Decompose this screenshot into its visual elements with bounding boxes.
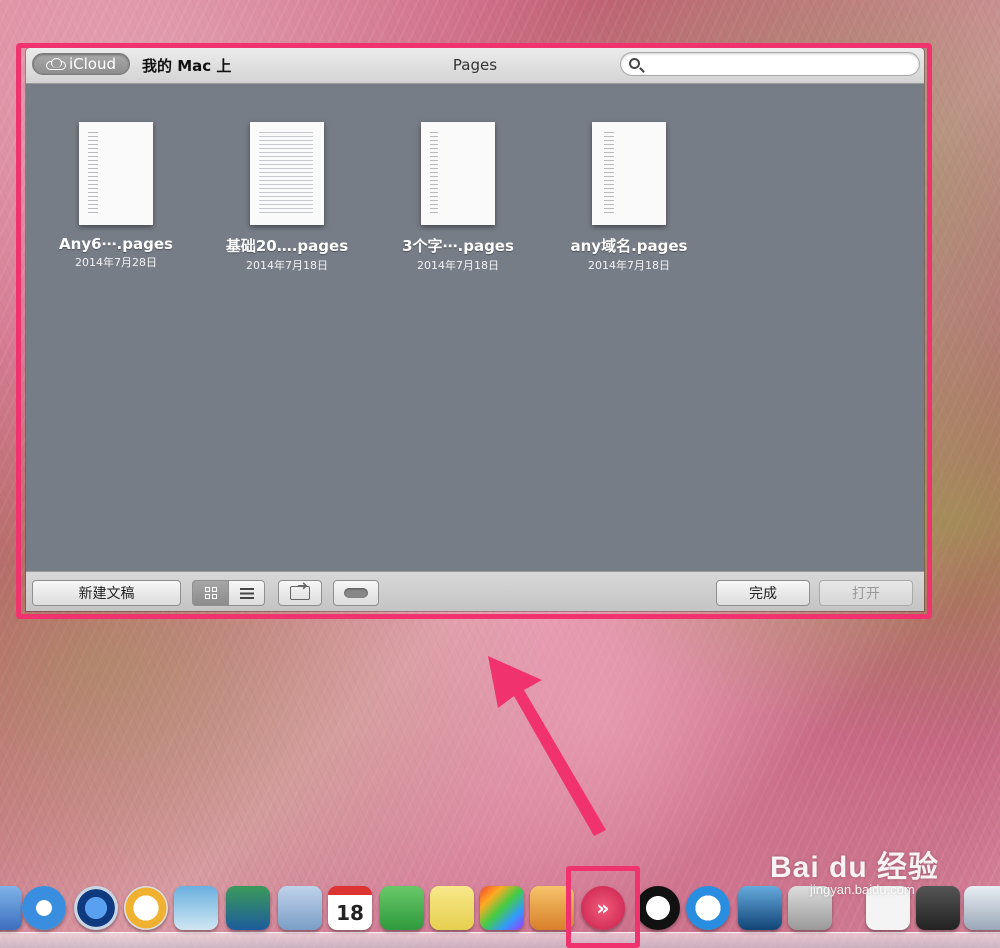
iphoto-icon[interactable] — [226, 886, 270, 930]
weibo-icon[interactable] — [686, 886, 730, 930]
watermark-main: Bai du 经验 — [770, 851, 940, 884]
finder-window-icon[interactable] — [964, 886, 1000, 930]
preview-icon[interactable] — [174, 886, 218, 930]
safari-icon[interactable] — [22, 886, 66, 930]
dock-shelf — [0, 932, 1000, 948]
calendar-icon[interactable]: 18 — [328, 886, 372, 930]
evernote-icon[interactable] — [380, 886, 424, 930]
final-cut-icon[interactable] — [480, 886, 524, 930]
itunes-icon[interactable] — [124, 886, 168, 930]
pointer-arrow-icon — [488, 656, 606, 836]
finder-icon[interactable] — [0, 886, 22, 930]
notes-icon[interactable] — [430, 886, 474, 930]
mail-icon[interactable] — [278, 886, 322, 930]
qq-icon[interactable] — [636, 886, 680, 930]
window-highlight-frame — [16, 43, 932, 619]
quicktime-icon[interactable] — [74, 886, 118, 930]
dock-app-highlight-frame — [566, 866, 640, 948]
baidu-jingyan-watermark: Bai du 经验 jingyan.baidu.com — [770, 842, 939, 897]
